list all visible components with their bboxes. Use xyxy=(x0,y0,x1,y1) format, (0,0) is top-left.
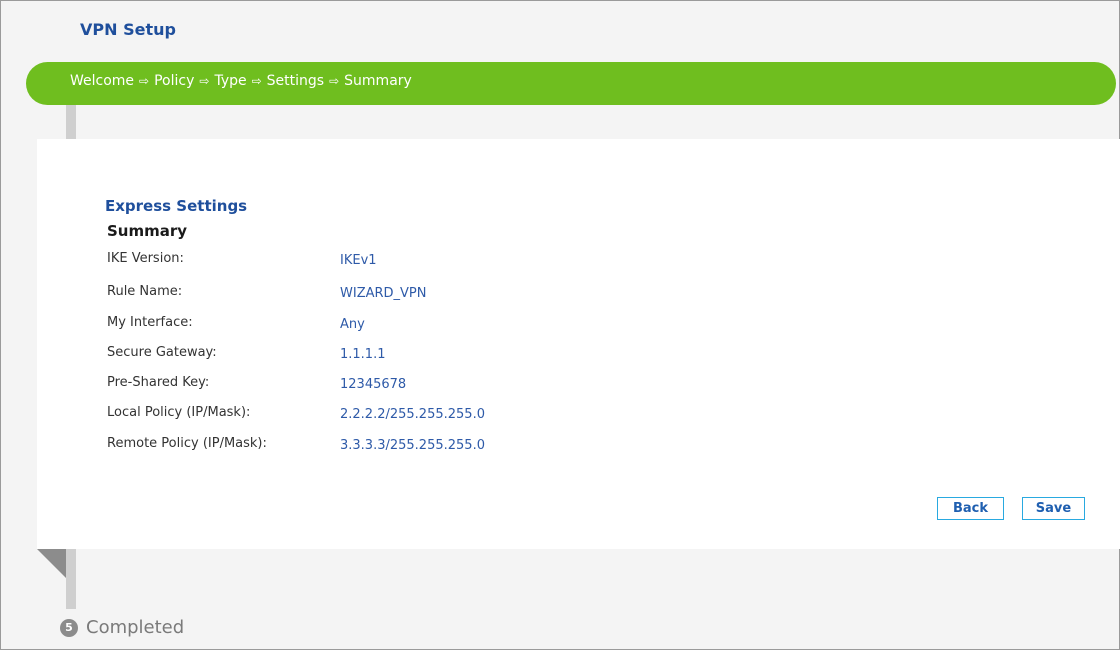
section-title: Express Settings xyxy=(105,197,248,215)
summary-row-ike-version: IKE Version: IKEv1 xyxy=(0,251,700,271)
row-label: My Interface: xyxy=(107,315,193,330)
row-label: Local Policy (IP/Mask): xyxy=(107,405,251,420)
step-completed-label: Completed xyxy=(86,617,185,638)
step-arrow-icon: ⇨ xyxy=(139,74,150,88)
summary-row-secure-gateway: Secure Gateway: 1.1.1.1 xyxy=(0,345,700,365)
step-arrow-icon: ⇨ xyxy=(199,74,210,88)
row-value: IKEv1 xyxy=(340,253,377,268)
row-value: 1.1.1.1 xyxy=(340,347,386,362)
save-button[interactable]: Save xyxy=(1022,497,1085,520)
step-policy: Policy xyxy=(154,73,195,89)
row-label: Rule Name: xyxy=(107,284,183,299)
page-title: VPN Setup xyxy=(80,20,176,39)
back-button[interactable]: Back xyxy=(937,497,1004,520)
step-arrow-icon: ⇨ xyxy=(329,74,340,88)
summary-row-remote-policy: Remote Policy (IP/Mask): 3.3.3.3/255.255… xyxy=(0,436,700,456)
step-welcome: Welcome xyxy=(70,73,135,89)
row-value: 3.3.3.3/255.255.255.0 xyxy=(340,438,485,453)
summary-row-pre-shared-key: Pre-Shared Key: 12345678 xyxy=(0,375,700,395)
row-label: Remote Policy (IP/Mask): xyxy=(107,436,267,451)
summary-row-my-interface: My Interface: Any xyxy=(0,315,700,335)
wizard-steps: Welcome ⇨ Policy ⇨ Type ⇨ Settings ⇨ Summary xyxy=(70,73,412,89)
row-value: 2.2.2.2/255.255.255.0 xyxy=(340,407,485,422)
row-value: WIZARD_VPN xyxy=(340,286,427,301)
progress-rail xyxy=(66,549,76,609)
step-type: Type xyxy=(214,73,247,89)
row-label: IKE Version: xyxy=(107,251,184,266)
step-settings: Settings xyxy=(266,73,325,89)
row-value: Any xyxy=(340,317,365,332)
step-completed: 5 Completed xyxy=(60,617,184,638)
row-label: Secure Gateway: xyxy=(107,345,217,360)
summary-row-local-policy: Local Policy (IP/Mask): 2.2.2.2/255.255.… xyxy=(0,405,700,425)
step-arrow-icon: ⇨ xyxy=(251,74,262,88)
row-value: 12345678 xyxy=(340,377,407,392)
step-number-badge: 5 xyxy=(60,619,78,637)
progress-rail xyxy=(66,105,76,139)
summary-row-rule-name: Rule Name: WIZARD_VPN xyxy=(0,284,700,304)
row-label: Pre-Shared Key: xyxy=(107,375,210,390)
summary-subtitle: Summary xyxy=(107,222,188,240)
step-summary: Summary xyxy=(344,73,412,89)
